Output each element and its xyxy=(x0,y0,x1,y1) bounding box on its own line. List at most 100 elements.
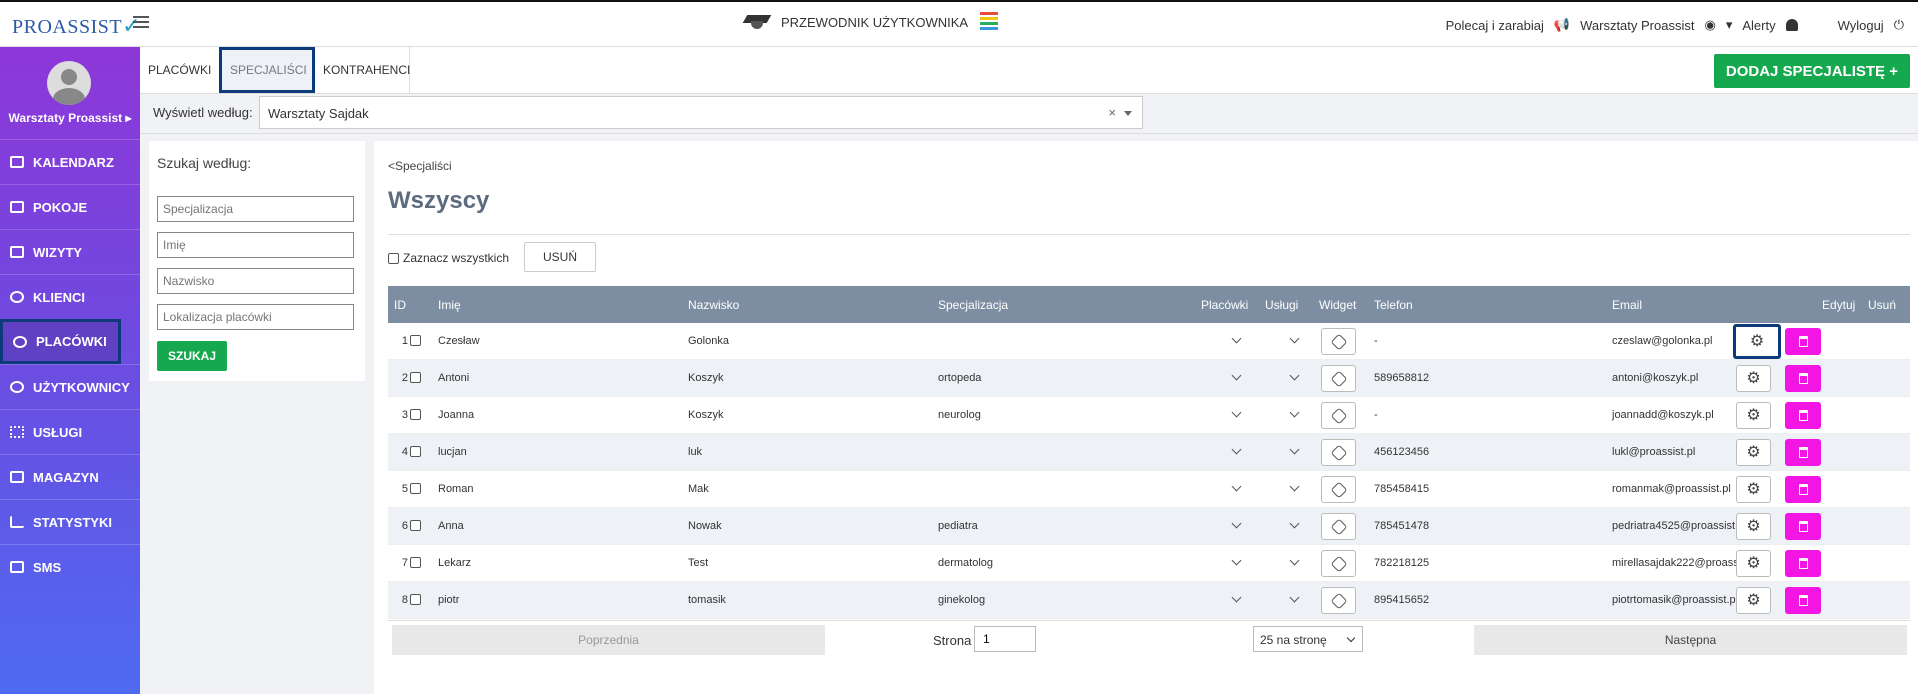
first-name-input[interactable] xyxy=(157,232,354,258)
account-menu[interactable]: Warsztaty Proassist xyxy=(1580,18,1694,33)
user-guide-link[interactable]: PRZEWODNIK UŻYTKOWNIKA xyxy=(742,12,999,32)
row-checkbox[interactable] xyxy=(410,483,421,494)
per-page-select[interactable]: 25 na stronę xyxy=(1253,626,1363,652)
sidebar-item-magazyn[interactable]: MAGAZYN xyxy=(0,454,140,499)
proassist-logo[interactable]: PROASSIST✓ xyxy=(12,13,141,39)
sidebar-item-uzytkownicy[interactable]: UŻYTKOWNICY xyxy=(0,364,140,409)
sidebar-item-klienci[interactable]: KLIENCI xyxy=(0,274,140,319)
row-checkbox[interactable] xyxy=(410,520,421,531)
row-checkbox[interactable] xyxy=(410,594,421,605)
header-email[interactable]: Email xyxy=(1612,298,1642,312)
edit-button[interactable]: ⚙ xyxy=(1736,402,1771,429)
sidebar-item-uslugi[interactable]: USŁUGI xyxy=(0,409,140,454)
sidebar-item-kalendarz[interactable]: KALENDARZ xyxy=(0,139,140,184)
page-number-input[interactable] xyxy=(974,626,1036,652)
services-chevron-icon[interactable] xyxy=(1289,481,1300,492)
delete-button[interactable] xyxy=(1785,476,1821,503)
delete-button[interactable] xyxy=(1785,365,1821,392)
edit-button[interactable]: ⚙ xyxy=(1736,365,1771,392)
locations-chevron-icon[interactable] xyxy=(1231,444,1242,455)
search-button[interactable]: SZUKAJ xyxy=(157,341,227,371)
locations-chevron-icon[interactable] xyxy=(1231,518,1242,529)
widget-button[interactable] xyxy=(1321,587,1356,614)
services-chevron-icon[interactable] xyxy=(1289,444,1300,455)
services-chevron-icon[interactable] xyxy=(1289,592,1300,603)
header-id[interactable]: ID xyxy=(394,298,406,312)
select-all-checkbox[interactable] xyxy=(388,252,399,264)
row-id: 3 xyxy=(401,409,408,421)
refer-link[interactable]: Polecaj i zarabiaj xyxy=(1446,18,1544,33)
delete-selected-button[interactable]: USUŃ xyxy=(524,242,596,272)
tab-specjalisci[interactable]: SPECJALIŚCI xyxy=(219,47,315,93)
table-row: 2 Antoni Koszyk ortopeda 589658812 antoni@kos… xyxy=(388,360,1910,397)
sidebar-user-name[interactable]: Warsztaty Proassist ▸ xyxy=(0,111,140,125)
edit-button[interactable]: ⚙ xyxy=(1733,324,1781,359)
row-checkbox[interactable] xyxy=(410,372,421,383)
chevron-down-icon[interactable] xyxy=(1124,111,1132,116)
row-checkbox[interactable] xyxy=(410,409,421,420)
last-name-input[interactable] xyxy=(157,268,354,294)
next-page-button[interactable]: Następna xyxy=(1474,625,1907,655)
edit-button[interactable]: ⚙ xyxy=(1736,587,1771,614)
hamburger-menu-icon[interactable] xyxy=(133,16,149,31)
header-services: Usługi xyxy=(1265,298,1299,312)
widget-button[interactable] xyxy=(1321,402,1356,429)
previous-page-button[interactable]: Poprzednia xyxy=(392,625,825,655)
services-chevron-icon[interactable] xyxy=(1289,518,1300,529)
locations-chevron-icon[interactable] xyxy=(1231,555,1242,566)
delete-button[interactable] xyxy=(1785,439,1821,466)
header-last-name[interactable]: Nazwisko xyxy=(688,298,739,312)
sidebar-item-pokoje[interactable]: POKOJE xyxy=(0,184,140,229)
edit-button[interactable]: ⚙ xyxy=(1736,513,1771,540)
sidebar-item-placowki[interactable]: PLACÓWKI xyxy=(0,319,121,364)
locations-chevron-icon[interactable] xyxy=(1231,333,1242,344)
widget-button[interactable] xyxy=(1321,476,1356,503)
delete-button[interactable] xyxy=(1785,513,1821,540)
edit-button[interactable]: ⚙ xyxy=(1736,439,1771,466)
breadcrumb[interactable]: <Specjaliści xyxy=(388,159,452,173)
select-all[interactable]: Zaznacz wszystkich xyxy=(388,251,509,265)
edit-button[interactable]: ⚙ xyxy=(1736,476,1771,503)
sidebar-item-wizyty[interactable]: WIZYTY xyxy=(0,229,140,274)
row-last-name: Golonka xyxy=(688,335,729,347)
delete-button[interactable] xyxy=(1785,402,1821,429)
delete-button[interactable] xyxy=(1785,328,1821,355)
delete-button[interactable] xyxy=(1785,587,1821,614)
locations-chevron-icon[interactable] xyxy=(1231,407,1242,418)
widget-button[interactable] xyxy=(1321,328,1356,355)
widget-button[interactable] xyxy=(1321,365,1356,392)
tab-placowki[interactable]: PLACÓWKI xyxy=(140,47,220,93)
edit-button[interactable]: ⚙ xyxy=(1736,550,1771,577)
locations-chevron-icon[interactable] xyxy=(1231,481,1242,492)
row-checkbox[interactable] xyxy=(410,557,421,568)
widget-button[interactable] xyxy=(1321,439,1356,466)
widget-button[interactable] xyxy=(1321,513,1356,540)
chevron-down-icon[interactable]: ▾ xyxy=(1726,17,1733,33)
add-specialist-button[interactable]: DODAJ SPECJALISTĘ + xyxy=(1713,54,1910,88)
delete-button[interactable] xyxy=(1785,550,1821,577)
services-chevron-icon[interactable] xyxy=(1289,407,1300,418)
services-chevron-icon[interactable] xyxy=(1289,333,1300,344)
locations-chevron-icon[interactable] xyxy=(1231,370,1242,381)
header-phone[interactable]: Telefon xyxy=(1374,298,1413,312)
specialization-input[interactable] xyxy=(157,196,354,222)
services-chevron-icon[interactable] xyxy=(1289,555,1300,566)
avatar[interactable] xyxy=(47,61,91,105)
sidebar-item-sms[interactable]: SMS xyxy=(0,544,140,589)
bell-icon[interactable] xyxy=(1785,19,1798,31)
header-first-name[interactable]: Imię xyxy=(438,298,461,312)
location-input[interactable] xyxy=(157,304,354,330)
logout-link[interactable]: Wyloguj xyxy=(1838,18,1884,33)
clear-icon[interactable]: × xyxy=(1108,105,1116,120)
services-chevron-icon[interactable] xyxy=(1289,370,1300,381)
header-specialization[interactable]: Specjalizacja xyxy=(938,298,1008,312)
widget-button[interactable] xyxy=(1321,550,1356,577)
alerts-link[interactable]: Alerty xyxy=(1742,18,1775,33)
row-checkbox[interactable] xyxy=(410,335,421,346)
row-checkbox[interactable] xyxy=(410,446,421,457)
logout-icon[interactable]: ⏻ xyxy=(1894,17,1904,33)
tab-kontrahenci[interactable]: KONTRAHENCI xyxy=(315,47,410,93)
location-select[interactable]: Warsztaty Sajdak × xyxy=(259,96,1143,129)
locations-chevron-icon[interactable] xyxy=(1231,592,1242,603)
sidebar-item-statystyki[interactable]: STATYSTYKI xyxy=(0,499,140,544)
